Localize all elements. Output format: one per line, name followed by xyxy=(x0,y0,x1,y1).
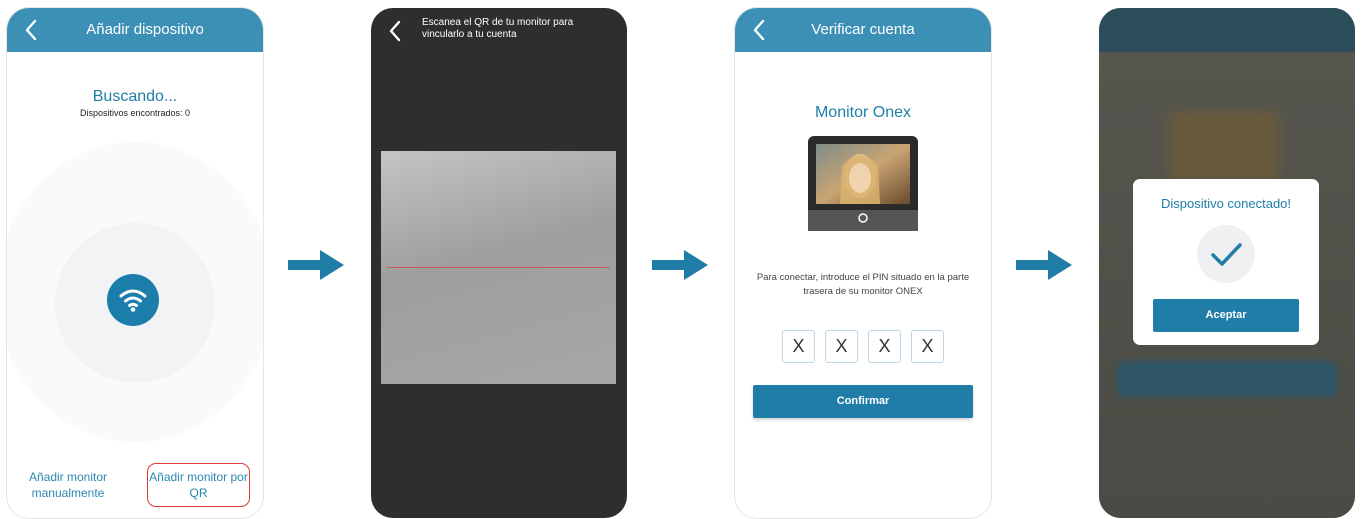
phone-device-connected: Dispositivo conectado! Aceptar xyxy=(1099,8,1355,518)
phone-add-device: Añadir dispositivo Buscando... Dispositi… xyxy=(7,8,263,518)
add-monitor-manually-link[interactable]: Añadir monitor manualmente xyxy=(23,469,113,501)
wifi-icon xyxy=(107,274,159,326)
phone-verify-account: Verificar cuenta Monitor Onex Para conec… xyxy=(735,8,991,518)
blurred-monitor-image xyxy=(1169,111,1279,181)
pin-instruction: Para conectar, introduce el PIN situado … xyxy=(756,272,970,297)
blurred-top-bar xyxy=(1099,8,1355,52)
screen-title: Verificar cuenta xyxy=(811,21,915,38)
arrow-right-icon xyxy=(652,250,708,280)
scan-instruction: Escanea el QR de tu monitor para vincula… xyxy=(422,17,574,40)
dialog-title: Dispositivo conectado! xyxy=(1160,196,1292,211)
devices-found-count: Dispositivos encontrados: 0 xyxy=(79,108,191,118)
pin-input-row: X X X X xyxy=(782,330,944,364)
back-arrow-icon[interactable] xyxy=(385,18,407,44)
pin-digit-input[interactable]: X xyxy=(911,330,944,363)
pin-digit-input[interactable]: X xyxy=(868,330,901,363)
arrow-right-icon xyxy=(288,250,344,280)
add-monitor-qr-link[interactable]: Añadir monitor por QR xyxy=(147,463,250,507)
search-status: Buscando... xyxy=(92,88,178,105)
arrow-right-icon xyxy=(1016,250,1072,280)
check-icon xyxy=(1197,225,1255,283)
camera-viewfinder xyxy=(381,151,616,384)
accept-button[interactable]: Aceptar xyxy=(1153,299,1299,332)
scan-line xyxy=(387,267,610,268)
pin-digit-input[interactable]: X xyxy=(782,330,815,363)
phone-qr-scanner: Escanea el QR de tu monitor para vincula… xyxy=(371,8,627,518)
confirm-button[interactable]: Confirmar xyxy=(753,385,973,418)
monitor-name: Monitor Onex xyxy=(814,104,912,121)
pin-digit-input[interactable]: X xyxy=(825,330,858,363)
blurred-button xyxy=(1117,361,1337,397)
monitor-device-image xyxy=(808,136,918,231)
success-dialog: Dispositivo conectado! Aceptar xyxy=(1133,179,1319,345)
top-bar: Verificar cuenta xyxy=(735,8,991,52)
top-bar: Añadir dispositivo xyxy=(7,8,263,52)
screen-title: Añadir dispositivo xyxy=(86,21,204,38)
